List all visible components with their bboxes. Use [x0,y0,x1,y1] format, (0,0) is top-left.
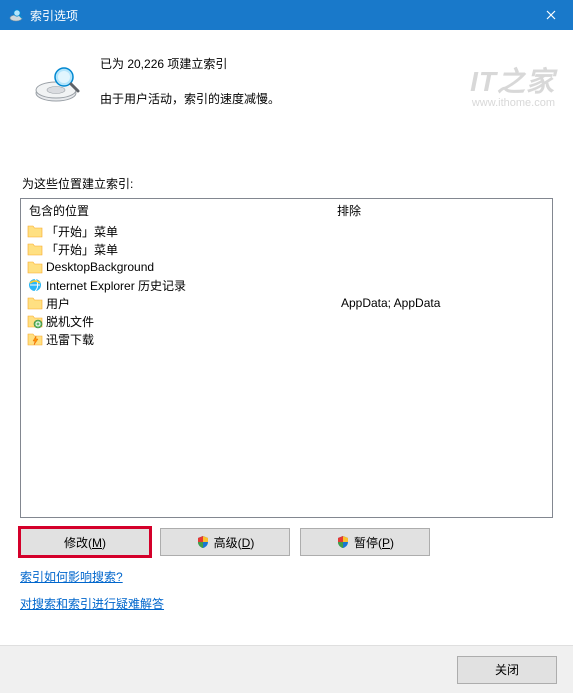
close-icon [546,10,556,20]
folder-icon [27,241,43,257]
list-item[interactable]: Internet Explorer 历史记录 [25,276,329,294]
excluded-header: 排除 [329,199,552,222]
folder-icon [27,223,43,239]
list-item-label: DesktopBackground [46,260,154,274]
troubleshoot-link[interactable]: 对搜索和索引进行疑难解答 [20,595,164,612]
index-speed-text: 由于用户活动，索引的速度减慢。 [100,90,280,107]
list-item[interactable]: 用户 [25,294,329,312]
list-item[interactable]: 脱机文件 [25,312,329,330]
shield-icon [336,535,350,549]
list-item-label: 脱机文件 [46,313,94,330]
thunder-icon [27,331,43,347]
folder-icon [27,295,43,311]
list-item-label: 「开始」菜单 [46,241,118,258]
list-item-label: 迅雷下载 [46,331,94,348]
list-item[interactable]: DesktopBackground [25,258,329,276]
ie-icon [27,277,43,293]
pause-button[interactable]: 暂停(P) [300,528,430,556]
list-item-label: 用户 [46,295,70,312]
locations-label: 为这些位置建立索引: [22,175,553,192]
shield-icon [196,535,210,549]
dialog-footer: 关闭 [0,645,573,693]
close-dialog-button[interactable]: 关闭 [457,656,557,684]
list-item[interactable]: 迅雷下载 [25,330,329,348]
exclude-cell [333,258,552,276]
modify-label: 修改(M) [64,534,106,551]
close-button[interactable] [528,0,573,30]
list-item-label: 「开始」菜单 [46,223,118,240]
list-item[interactable]: 「开始」菜单 [25,240,329,258]
locations-list: 包含的位置 「开始」菜单「开始」菜单 DesktopBackground Inter… [20,198,553,518]
list-item[interactable]: 「开始」菜单 [25,222,329,240]
advanced-button[interactable]: 高级(D) [160,528,290,556]
included-header: 包含的位置 [21,199,329,222]
exclude-cell [333,276,552,294]
pause-label: 暂停(P) [354,534,394,551]
list-item-label: Internet Explorer 历史记录 [46,277,186,294]
folder-icon [27,259,43,275]
advanced-label: 高级(D) [214,534,255,551]
exclude-cell: AppData; AppData [333,294,552,312]
index-count-text: 已为 20,226 项建立索引 [100,55,280,72]
exclude-cell [333,240,552,258]
how-search-link[interactable]: 索引如何影响搜索? [20,568,123,585]
exclude-cell [333,222,552,240]
offline-icon [27,313,43,329]
modify-button[interactable]: 修改(M) [20,528,150,556]
window-title: 索引选项 [30,7,528,24]
exclude-cell [333,330,552,348]
disk-search-icon [32,57,82,107]
exclude-cell [333,312,552,330]
index-icon [8,7,24,23]
titlebar: 索引选项 [0,0,573,30]
